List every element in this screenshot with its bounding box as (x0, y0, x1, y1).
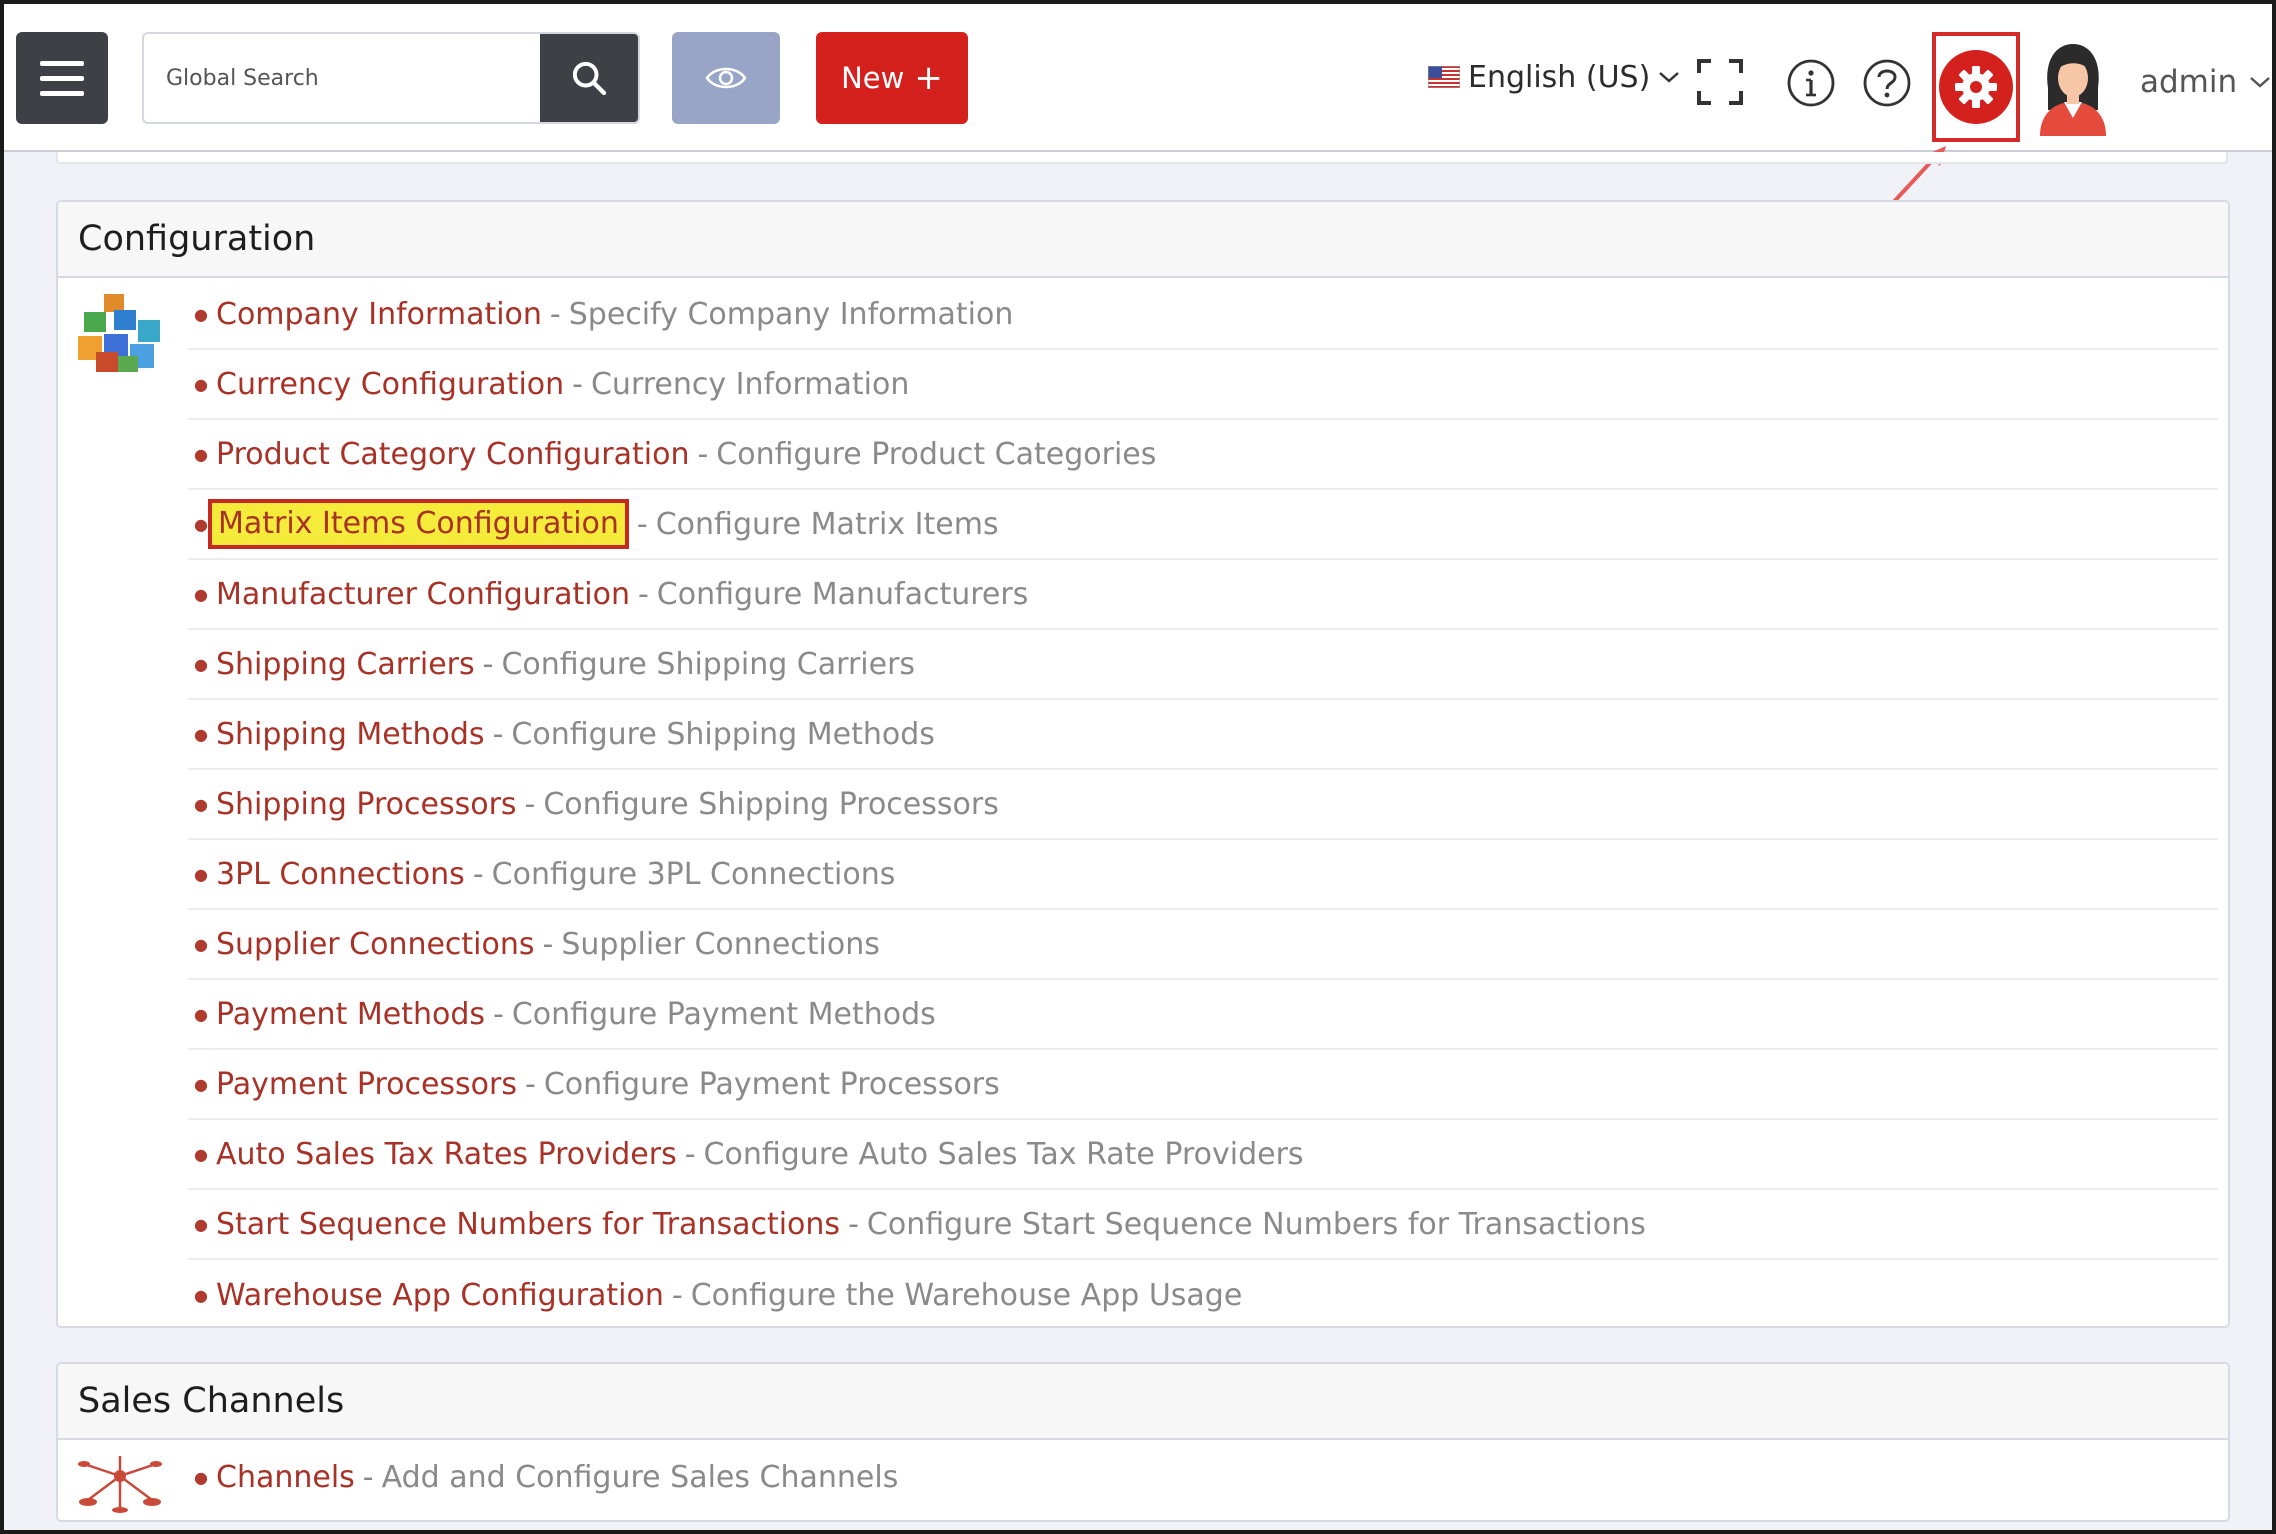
user-menu[interactable]: admin (2140, 62, 2271, 102)
user-name: admin (2140, 64, 2238, 100)
supplier-connections-link[interactable]: Supplier Connections (216, 927, 535, 962)
sales-channels-title: Sales Channels (58, 1364, 2228, 1440)
settings-button[interactable] (1932, 32, 2020, 142)
manufacturer-configuration-link[interactable]: Manufacturer Configuration (216, 577, 630, 612)
payment-processors-link[interactable]: Payment Processors (216, 1067, 517, 1102)
item-description: Configure Matrix Items (655, 506, 999, 542)
item-description: Configure Auto Sales Tax Rate Providers (703, 1136, 1304, 1172)
search-button[interactable] (540, 34, 638, 122)
list-item: ● Currency Configuration - Currency Info… (188, 350, 2218, 420)
top-navigation-bar: New + English (US) (4, 4, 2272, 208)
item-description: Configure 3PL Connections (491, 856, 896, 892)
item-description: Configure Payment Processors (543, 1066, 1000, 1102)
channels-network-icon (78, 1456, 162, 1513)
list-item: ● Auto Sales Tax Rates Providers - Confi… (188, 1120, 2218, 1190)
list-item: ● Product Category Configuration - Confi… (188, 420, 2218, 490)
list-item: ● 3PL Connections - Configure 3PL Connec… (188, 840, 2218, 910)
help-button[interactable] (1862, 58, 1912, 108)
start-sequence-numbers-link[interactable]: Start Sequence Numbers for Transactions (216, 1207, 840, 1242)
sales-channels-panel: Sales Channels ● Channels - Add and Conf… (56, 1362, 2230, 1522)
chevron-down-icon (1659, 72, 1680, 83)
warehouse-app-configuration-link[interactable]: Warehouse App Configuration (216, 1278, 664, 1313)
matrix-items-configuration-link[interactable]: Matrix Items Configuration (208, 499, 629, 549)
list-item: ● Payment Processors - Configure Payment… (188, 1050, 2218, 1120)
shipping-processors-link[interactable]: Shipping Processors (216, 787, 517, 822)
list-item: ● Matrix Items Configuration - Configure… (188, 490, 2218, 560)
item-description: Configure Start Sequence Numbers for Tra… (866, 1206, 1646, 1242)
global-search-input[interactable] (144, 34, 540, 122)
item-description: Add and Configure Sales Channels (381, 1459, 899, 1495)
item-description: Configure Shipping Carriers (501, 646, 916, 682)
search-icon (572, 61, 607, 96)
item-description: Configure Shipping Methods (511, 716, 935, 752)
item-description: Configure the Warehouse App Usage (690, 1277, 1243, 1313)
payment-methods-link[interactable]: Payment Methods (216, 997, 485, 1032)
auto-sales-tax-rates-providers-link[interactable]: Auto Sales Tax Rates Providers (216, 1137, 677, 1172)
fullscreen-button[interactable] (1696, 58, 1744, 106)
product-category-configuration-link[interactable]: Product Category Configuration (216, 437, 689, 472)
eye-icon (705, 67, 747, 89)
item-description: Configure Payment Methods (511, 996, 936, 1032)
list-item: ● Shipping Carriers - Configure Shipping… (188, 630, 2218, 700)
currency-configuration-link[interactable]: Currency Configuration (216, 367, 564, 402)
info-icon (1787, 59, 1835, 107)
boxes-icon (78, 294, 160, 372)
list-item: ● Start Sequence Numbers for Transaction… (188, 1190, 2218, 1260)
list-item: ● Company Information - Specify Company … (188, 280, 2218, 350)
item-description: Specify Company Information (568, 296, 1014, 332)
app-window: New + English (US) (0, 0, 2276, 1534)
item-description: Configure Manufacturers (656, 576, 1029, 612)
language-selector[interactable]: English (US) (1428, 56, 1680, 98)
hamburger-menu-button[interactable] (16, 32, 108, 124)
item-description: Currency Information (590, 366, 910, 402)
item-description: Supplier Connections (561, 926, 880, 962)
info-button[interactable] (1786, 58, 1836, 108)
configuration-title: Configuration (58, 202, 2228, 278)
us-flag-icon (1428, 66, 1460, 88)
list-item: ● Channels - Add and Configure Sales Cha… (194, 1459, 899, 1495)
item-description: Configure Product Categories (716, 436, 1157, 472)
chevron-down-icon (2250, 77, 2270, 88)
plus-icon: + (914, 58, 943, 98)
new-button[interactable]: New + (816, 32, 968, 124)
list-item: ● Shipping Methods - Configure Shipping … (188, 700, 2218, 770)
list-item: ● Shipping Processors - Configure Shippi… (188, 770, 2218, 840)
sales-channels-list: ● Channels - Add and Configure Sales Cha… (188, 1442, 2218, 1512)
global-search (142, 32, 640, 124)
3pl-connections-link[interactable]: 3PL Connections (216, 857, 465, 892)
configuration-list: ● Company Information - Specify Company … (188, 280, 2218, 1330)
company-information-link[interactable]: Company Information (216, 297, 542, 332)
language-label: English (US) (1468, 59, 1651, 95)
shipping-methods-link[interactable]: Shipping Methods (216, 717, 485, 752)
new-button-label: New (841, 61, 905, 95)
hamburger-menu-icon (40, 60, 84, 66)
shipping-carriers-link[interactable]: Shipping Carriers (216, 647, 475, 682)
previous-panel-edge (56, 152, 2228, 164)
configuration-panel: Configuration ● Company Information - Sp… (56, 200, 2230, 1328)
list-item: ● Manufacturer Configuration - Configure… (188, 560, 2218, 630)
user-avatar-icon[interactable] (2034, 40, 2112, 136)
fullscreen-icon (1697, 59, 1743, 105)
list-item: ● Warehouse App Configuration - Configur… (194, 1277, 1243, 1313)
list-item: ● Payment Methods - Configure Payment Me… (188, 980, 2218, 1050)
help-icon (1863, 59, 1911, 107)
gear-icon (1955, 66, 1997, 108)
preview-button[interactable] (672, 32, 780, 124)
channels-link[interactable]: Channels (216, 1460, 355, 1495)
item-description: Configure Shipping Processors (543, 786, 999, 822)
list-item: ● Supplier Connections - Supplier Connec… (188, 910, 2218, 980)
